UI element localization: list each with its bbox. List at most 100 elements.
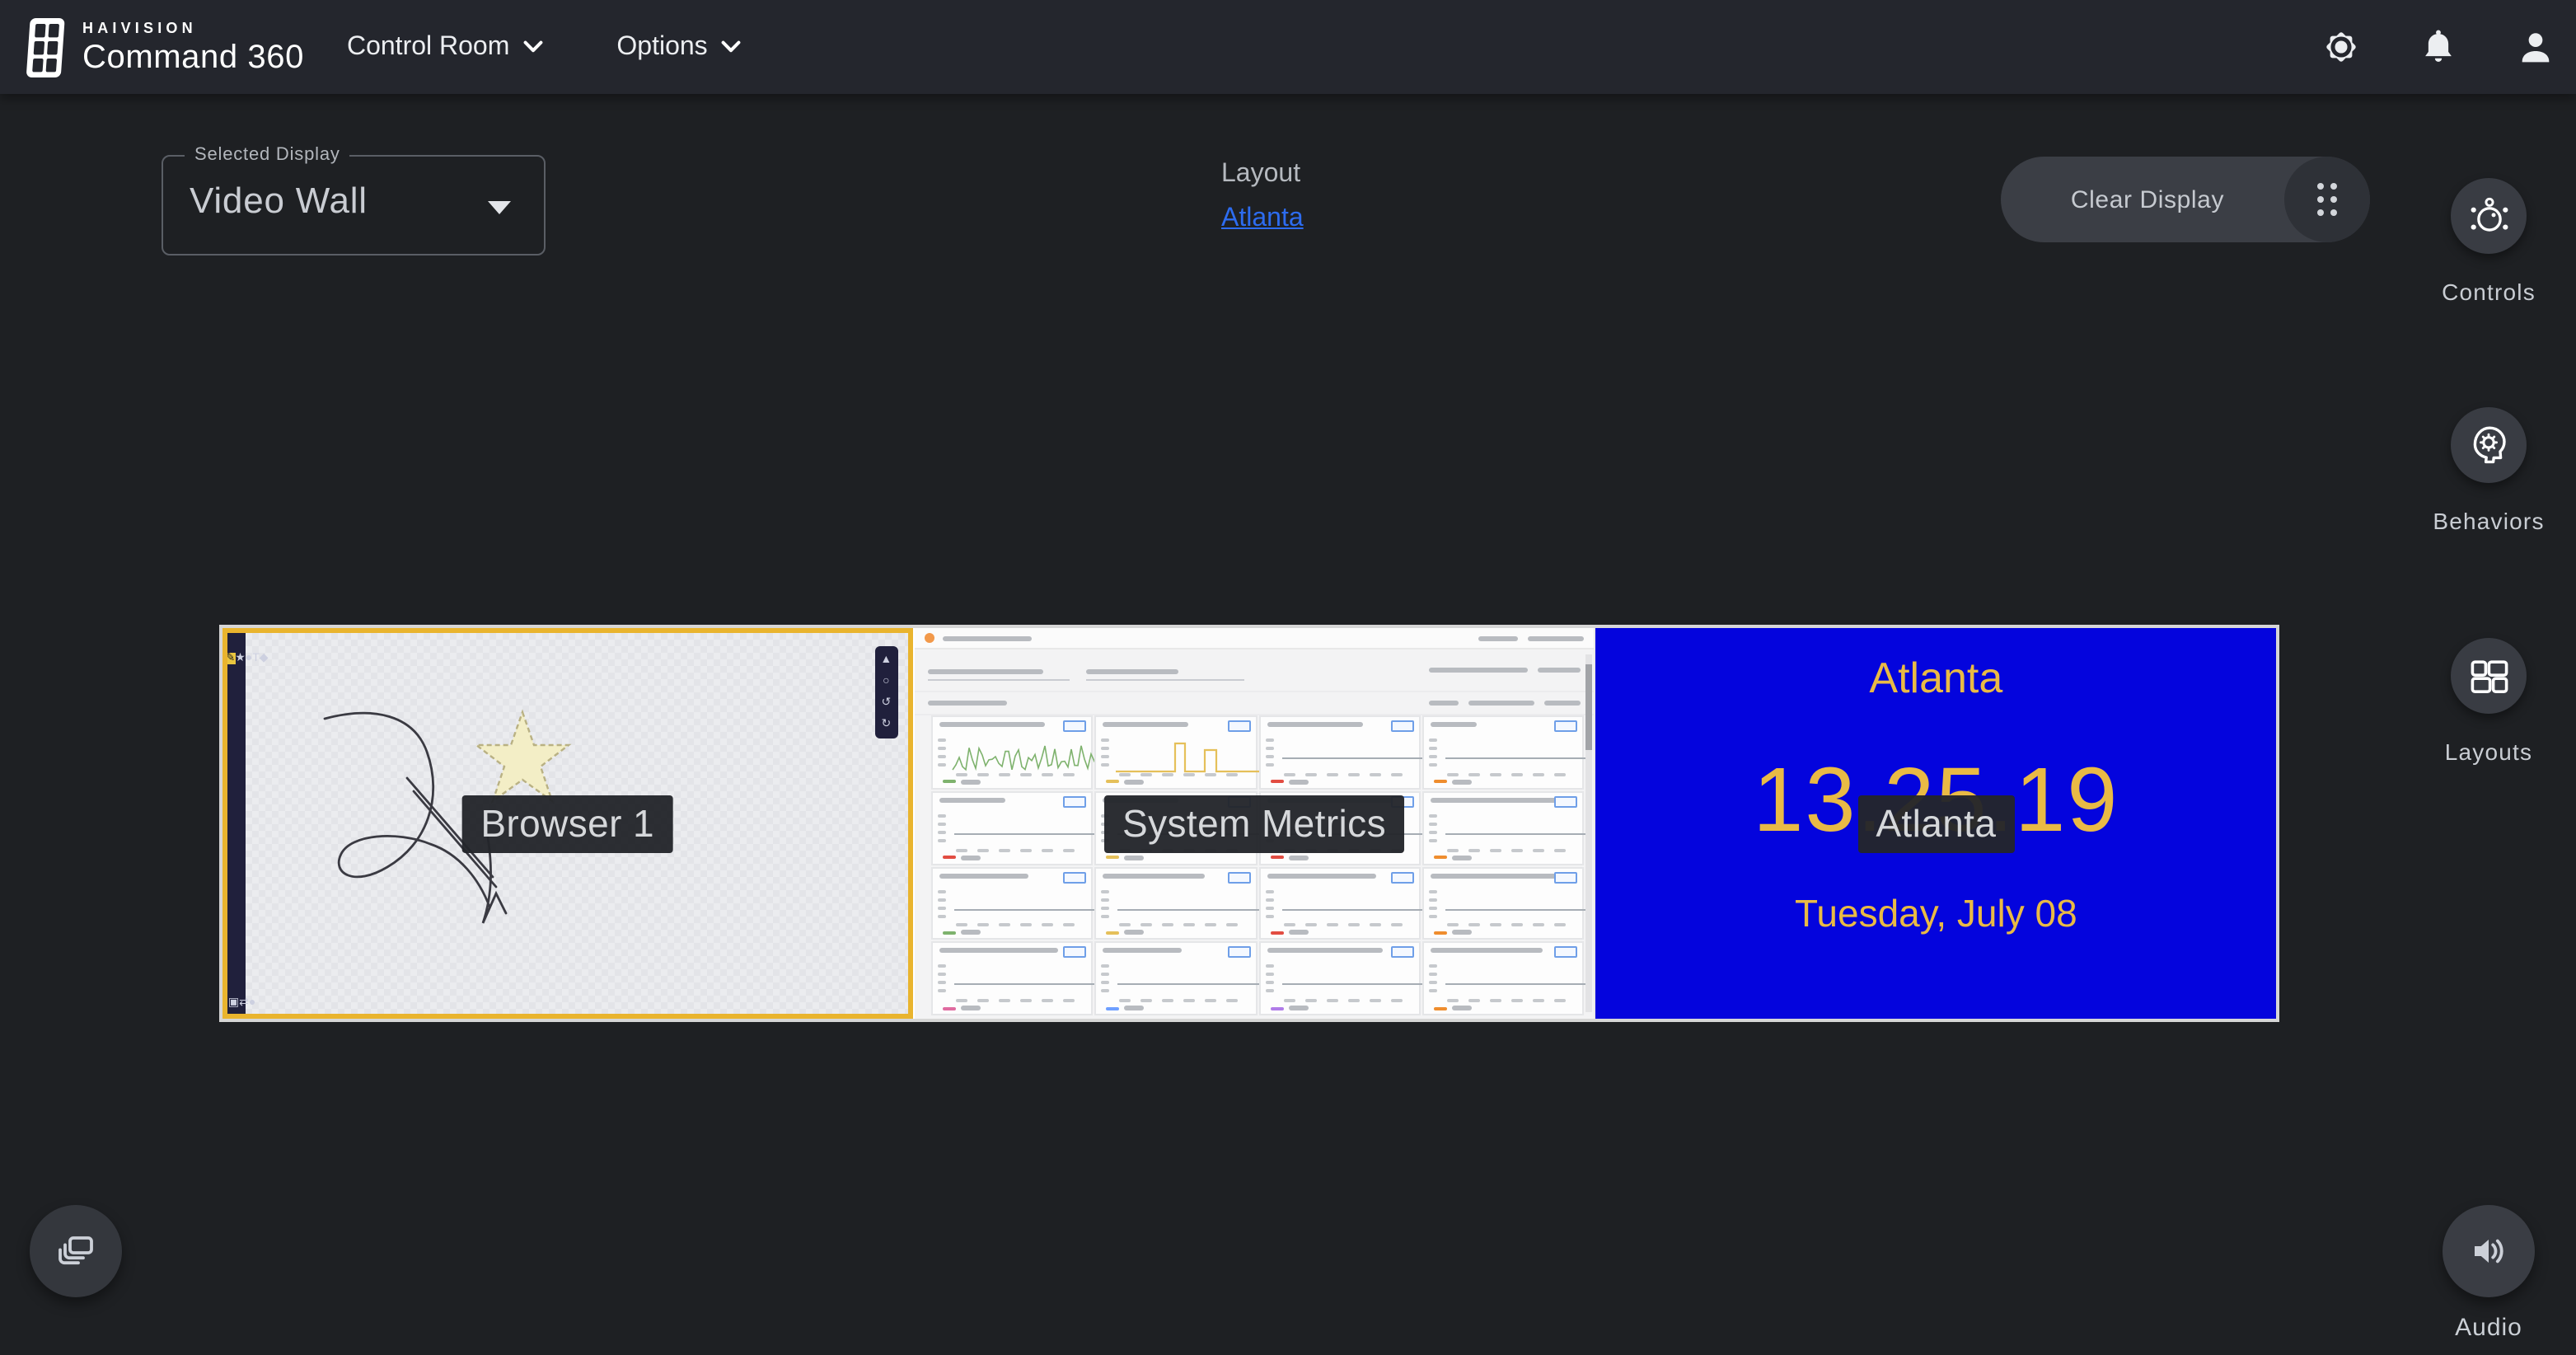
undo-icon: ↺ xyxy=(877,694,895,712)
displays-stack-button[interactable] xyxy=(30,1205,122,1297)
controls-icon xyxy=(2465,195,2513,237)
user-account-icon[interactable] xyxy=(2517,28,2555,66)
whiteboard-toolbar-top: ➤▣✎★●T◆ xyxy=(222,640,269,669)
metrics-chart-cell xyxy=(1422,942,1585,1016)
layouts-button[interactable] xyxy=(2451,638,2527,714)
whiteboard-toolbar-bottom: +▪▣⇄● xyxy=(222,984,255,1014)
chevron-down-icon xyxy=(522,40,544,54)
color-tool-icon: ● xyxy=(249,997,255,1009)
brand-command360: Command 360 xyxy=(82,40,304,73)
chart-badge xyxy=(1555,796,1578,808)
audio-label: Audio xyxy=(2413,1314,2564,1342)
audio-speaker-icon xyxy=(2467,1231,2510,1271)
menu-control-room[interactable]: Control Room xyxy=(347,32,544,62)
chart-badge xyxy=(1391,871,1414,883)
chart-badge xyxy=(1227,720,1250,732)
haivision-logo-icon xyxy=(25,14,68,80)
metrics-variables-row xyxy=(914,649,1594,692)
panel-label-system-metrics: System Metrics xyxy=(1104,795,1404,852)
controls-label: Controls xyxy=(2442,279,2536,305)
metrics-chart-cell xyxy=(1094,866,1257,940)
redo-icon: ↻ xyxy=(877,715,895,734)
layout-info: Layout Atlanta xyxy=(1221,160,1304,234)
shape-tool-icon: ◆ xyxy=(260,653,269,664)
chart-badge xyxy=(1555,871,1578,883)
image-tool-icon: ▣ xyxy=(228,997,239,1009)
menu-options-label: Options xyxy=(616,32,707,62)
rail-item-layouts: Layouts xyxy=(2413,638,2564,765)
chevron-down-icon xyxy=(721,40,742,54)
brand-text: HAIVISION Command 360 xyxy=(82,21,304,73)
metrics-scrollbar[interactable] xyxy=(1586,654,1593,1012)
metrics-chart-cell xyxy=(1422,715,1585,790)
pan-up-icon: ▲ xyxy=(877,651,895,669)
metrics-chart-cell xyxy=(930,791,1093,865)
chart-badge xyxy=(1063,947,1086,959)
brand-haivision: HAIVISION xyxy=(82,21,304,35)
metrics-chart-cell xyxy=(930,866,1093,940)
menu-control-room-label: Control Room xyxy=(347,32,509,62)
top-menus: Control Room Options xyxy=(347,32,742,62)
wall-panel-atlanta-clock[interactable]: Atlanta 13.25.19 Tuesday, July 08 Atlant… xyxy=(1595,628,2276,1019)
whiteboard-zoom-toolbar: ▲ ○ ↺ ↻ xyxy=(874,646,897,738)
clock-date: Tuesday, July 08 xyxy=(1795,892,2077,936)
wall-panel-browser-1[interactable]: ➤▣✎★●T◆ +▪▣⇄● ▲ ○ ↺ ↻ Browser 1 xyxy=(222,628,912,1019)
selected-display-value: Video Wall xyxy=(190,180,368,223)
panel-label-browser-1: Browser 1 xyxy=(462,795,672,852)
metrics-chart-cell xyxy=(1422,866,1585,940)
dropdown-caret-icon xyxy=(488,201,511,214)
metrics-chart-cell xyxy=(1422,791,1585,865)
chart-badge xyxy=(1555,947,1578,959)
chart-badge xyxy=(1227,947,1250,959)
wall-panel-system-metrics[interactable]: System Metrics xyxy=(912,628,1594,1019)
chart-badge xyxy=(1391,947,1414,959)
star-tool-icon: ★ xyxy=(235,653,246,664)
chart-badge xyxy=(1063,720,1086,732)
metrics-chart-cell xyxy=(930,715,1093,790)
metrics-chart-cell xyxy=(1094,715,1257,790)
metrics-variable-input xyxy=(1085,660,1244,680)
layout-atlanta-link[interactable]: Atlanta xyxy=(1221,204,1304,234)
notifications-bell-icon[interactable] xyxy=(2419,28,2457,66)
behaviors-button[interactable] xyxy=(2451,407,2527,483)
behaviors-label: Behaviors xyxy=(2433,508,2544,534)
selected-display-dropdown[interactable]: Selected Display Video Wall xyxy=(162,155,546,256)
top-bar-actions xyxy=(2322,28,2555,66)
ellipse-tool-icon: ● xyxy=(246,653,252,664)
chart-badge xyxy=(1063,796,1086,808)
layouts-icon xyxy=(2466,654,2511,698)
selected-display-label: Selected Display xyxy=(185,145,350,165)
menu-options[interactable]: Options xyxy=(616,32,742,62)
zoom-icon: ○ xyxy=(877,673,895,691)
controls-button[interactable] xyxy=(2451,178,2527,254)
metrics-filter-row xyxy=(914,692,1594,715)
behaviors-icon xyxy=(2466,422,2512,468)
chart-badge xyxy=(1391,720,1414,732)
frame-tool-icon: ▣ xyxy=(222,653,225,664)
metrics-chart-cell xyxy=(1258,942,1421,1016)
settings-gear-icon[interactable] xyxy=(2322,28,2360,66)
clear-display-button[interactable]: Clear Display xyxy=(2001,157,2370,242)
dashboard-logo-icon xyxy=(924,633,934,643)
panel-label-atlanta: Atlanta xyxy=(1857,795,2014,852)
metrics-chart-cell xyxy=(1094,942,1257,1016)
chart-badge xyxy=(1227,871,1250,883)
star-shape xyxy=(476,712,569,801)
metrics-chart-cell xyxy=(1258,715,1421,790)
swap-tool-icon: ⇄ xyxy=(239,997,249,1009)
rail-item-behaviors: Behaviors xyxy=(2413,407,2564,534)
whiteboard-toolbar: ➤▣✎★●T◆ +▪▣⇄● xyxy=(227,633,246,1014)
metrics-chart-cell xyxy=(1258,866,1421,940)
chart-badge xyxy=(1555,720,1578,732)
drag-handle[interactable] xyxy=(2284,157,2370,242)
layouts-label: Layouts xyxy=(2445,738,2532,765)
audio-button[interactable] xyxy=(2443,1205,2535,1297)
command360-app: HAIVISION Command 360 Control Room Optio… xyxy=(0,0,2576,1355)
add-tool-icon: + xyxy=(222,997,224,1009)
clock-city: Atlanta xyxy=(1869,653,2002,704)
metrics-chart-grid xyxy=(930,715,1584,1015)
clear-display-label: Clear Display xyxy=(2001,185,2284,213)
metrics-dashboard-header xyxy=(914,628,1594,649)
layers-stack-icon xyxy=(54,1231,97,1271)
draw-tool-icon: ✎ xyxy=(225,653,235,664)
